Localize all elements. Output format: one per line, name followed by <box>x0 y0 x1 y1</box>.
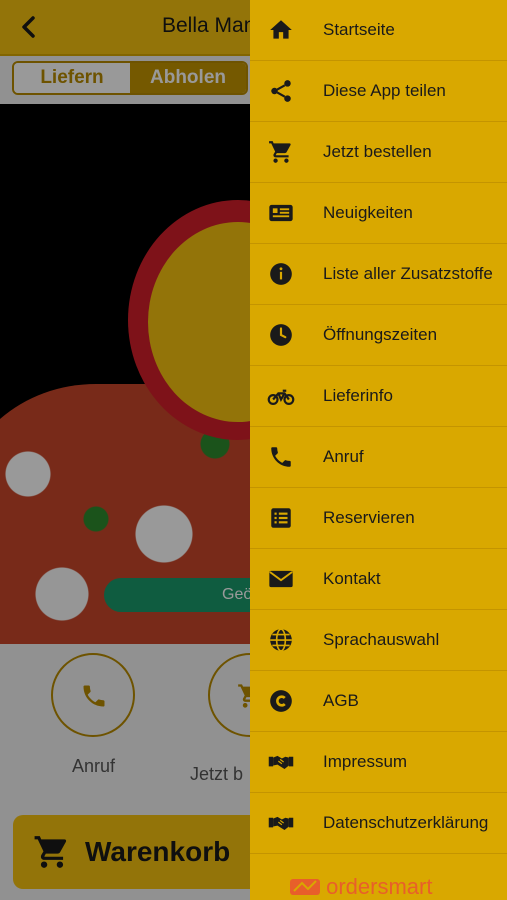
menu-item-label: Kontakt <box>323 569 381 588</box>
menu-item-label: Impressum <box>323 752 408 771</box>
menu-item-share-app[interactable]: Diese App teilen <box>250 61 507 122</box>
motorbike-icon <box>267 382 295 410</box>
menu-item-order-now[interactable]: Jetzt bestellen <box>250 122 507 183</box>
list-icon <box>267 504 295 532</box>
brand-order: order <box>326 874 378 899</box>
menu-item-news[interactable]: Neuigkeiten <box>250 183 507 244</box>
menu-item-label: Lieferinfo <box>323 386 393 405</box>
menu-item-label: Datenschutzerklärung <box>323 813 489 832</box>
menu-item-imprint[interactable]: Impressum <box>250 732 507 793</box>
menu-item-label: Sprachauswahl <box>323 630 440 649</box>
share-icon <box>267 77 295 105</box>
menu-item-contact[interactable]: Kontakt <box>250 549 507 610</box>
menu-item-call[interactable]: Anruf <box>250 427 507 488</box>
menu-item-additives[interactable]: Liste aller Zusatzstoffe <box>250 244 507 305</box>
info-icon <box>267 260 295 288</box>
home-icon <box>267 16 295 44</box>
navigation-drawer: Startseite Diese App teilen Jetzt bestel… <box>250 0 507 900</box>
globe-icon <box>267 626 295 654</box>
menu-item-opening-hours[interactable]: Öffnungszeiten <box>250 305 507 366</box>
menu-item-reserve[interactable]: Reservieren <box>250 488 507 549</box>
drawer-menu: Startseite Diese App teilen Jetzt bestel… <box>250 0 507 854</box>
menu-item-privacy[interactable]: Datenschutzerklärung <box>250 793 507 854</box>
menu-item-startseite[interactable]: Startseite <box>250 0 507 61</box>
menu-item-label: Reservieren <box>323 508 415 527</box>
menu-item-label: Jetzt bestellen <box>323 142 432 161</box>
ordersmart-mark-icon <box>290 879 320 895</box>
handshake-icon <box>267 748 295 776</box>
mail-icon <box>267 565 295 593</box>
menu-item-delivery-info[interactable]: Lieferinfo <box>250 366 507 427</box>
menu-item-label: Neuigkeiten <box>323 203 413 222</box>
menu-item-label: Anruf <box>323 447 364 466</box>
menu-item-agb[interactable]: AGB <box>250 671 507 732</box>
news-icon <box>267 199 295 227</box>
phone-icon <box>267 443 295 471</box>
menu-item-label: Liste aller Zusatzstoffe <box>323 264 493 283</box>
menu-item-label: Diese App teilen <box>323 81 446 100</box>
clock-icon <box>267 321 295 349</box>
menu-item-label: Startseite <box>323 20 395 39</box>
menu-item-label: AGB <box>323 691 359 710</box>
handshake-icon <box>267 809 295 837</box>
brand-smart: smart <box>377 874 433 899</box>
cart-icon <box>267 138 295 166</box>
menu-item-language[interactable]: Sprachauswahl <box>250 610 507 671</box>
ordersmart-logo: ordersmart <box>290 874 432 900</box>
menu-item-label: Öffnungszeiten <box>323 325 438 344</box>
copyright-icon <box>267 687 295 715</box>
